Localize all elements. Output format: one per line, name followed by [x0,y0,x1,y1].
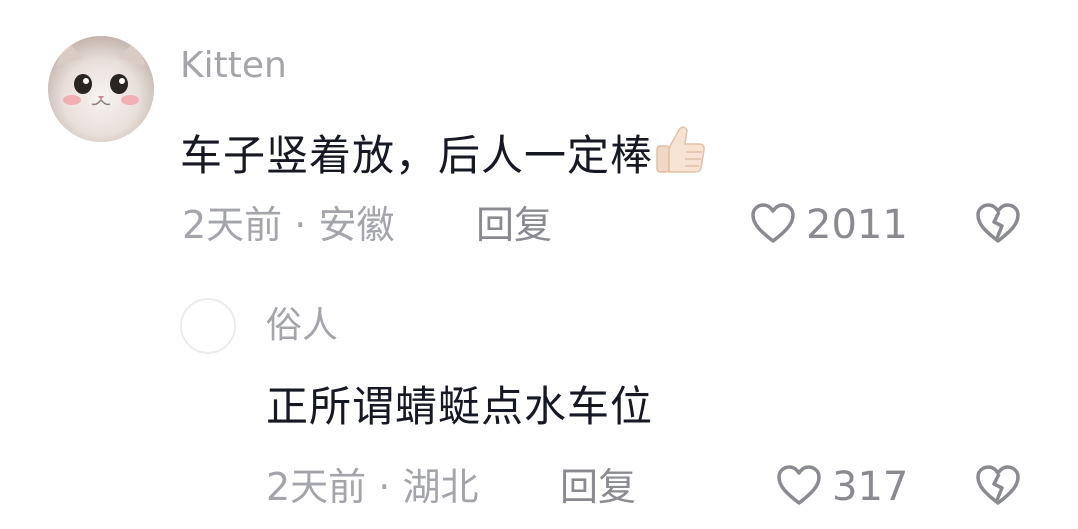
comment-text-content: 车子竖着放，后人一定棒 [180,131,654,180]
dislike-button[interactable] [975,202,1021,248]
reply-button[interactable]: 回复 [560,468,636,506]
comment-text: 正所谓蜻蜓点水车位 [266,382,654,431]
comment-text: 车子竖着放，后人一定棒 [180,124,707,183]
broken-heart-icon [975,203,1021,248]
broken-heart-icon [975,465,1021,510]
meta-separator: · [294,203,307,247]
comment-item: Kitten 车子竖着放，后人一定棒 2天前 · 安徽 回复 2011 [0,0,1078,260]
comment-username[interactable]: 俗人 [266,308,338,344]
comment-time: 2天前 [266,465,367,509]
like-count: 317 [832,464,909,510]
like-button[interactable]: 2011 [750,202,908,248]
reply-button[interactable]: 回复 [476,206,552,244]
comment-meta: 2天前 · 湖北 [266,468,478,506]
heart-outline-icon [750,202,796,248]
like-button[interactable]: 317 [776,464,908,510]
reply-comment-item: 俗人 正所谓蜻蜓点水车位 2天前 · 湖北 回复 317 [0,260,1078,529]
comment-time: 2天前 [182,203,283,247]
like-count: 2011 [806,202,908,248]
heart-outline-icon [776,464,822,510]
meta-separator: · [378,465,391,509]
avatar[interactable] [48,36,154,142]
dislike-button[interactable] [975,464,1021,510]
comment-meta: 2天前 · 安徽 [182,206,394,244]
cat-avatar-image [48,36,154,142]
avatar[interactable] [180,298,236,354]
comment-location: 安徽 [318,203,395,247]
comment-username[interactable]: Kitten [180,48,287,84]
thumbs-up-icon [653,124,707,183]
comment-location: 湖北 [402,465,479,509]
